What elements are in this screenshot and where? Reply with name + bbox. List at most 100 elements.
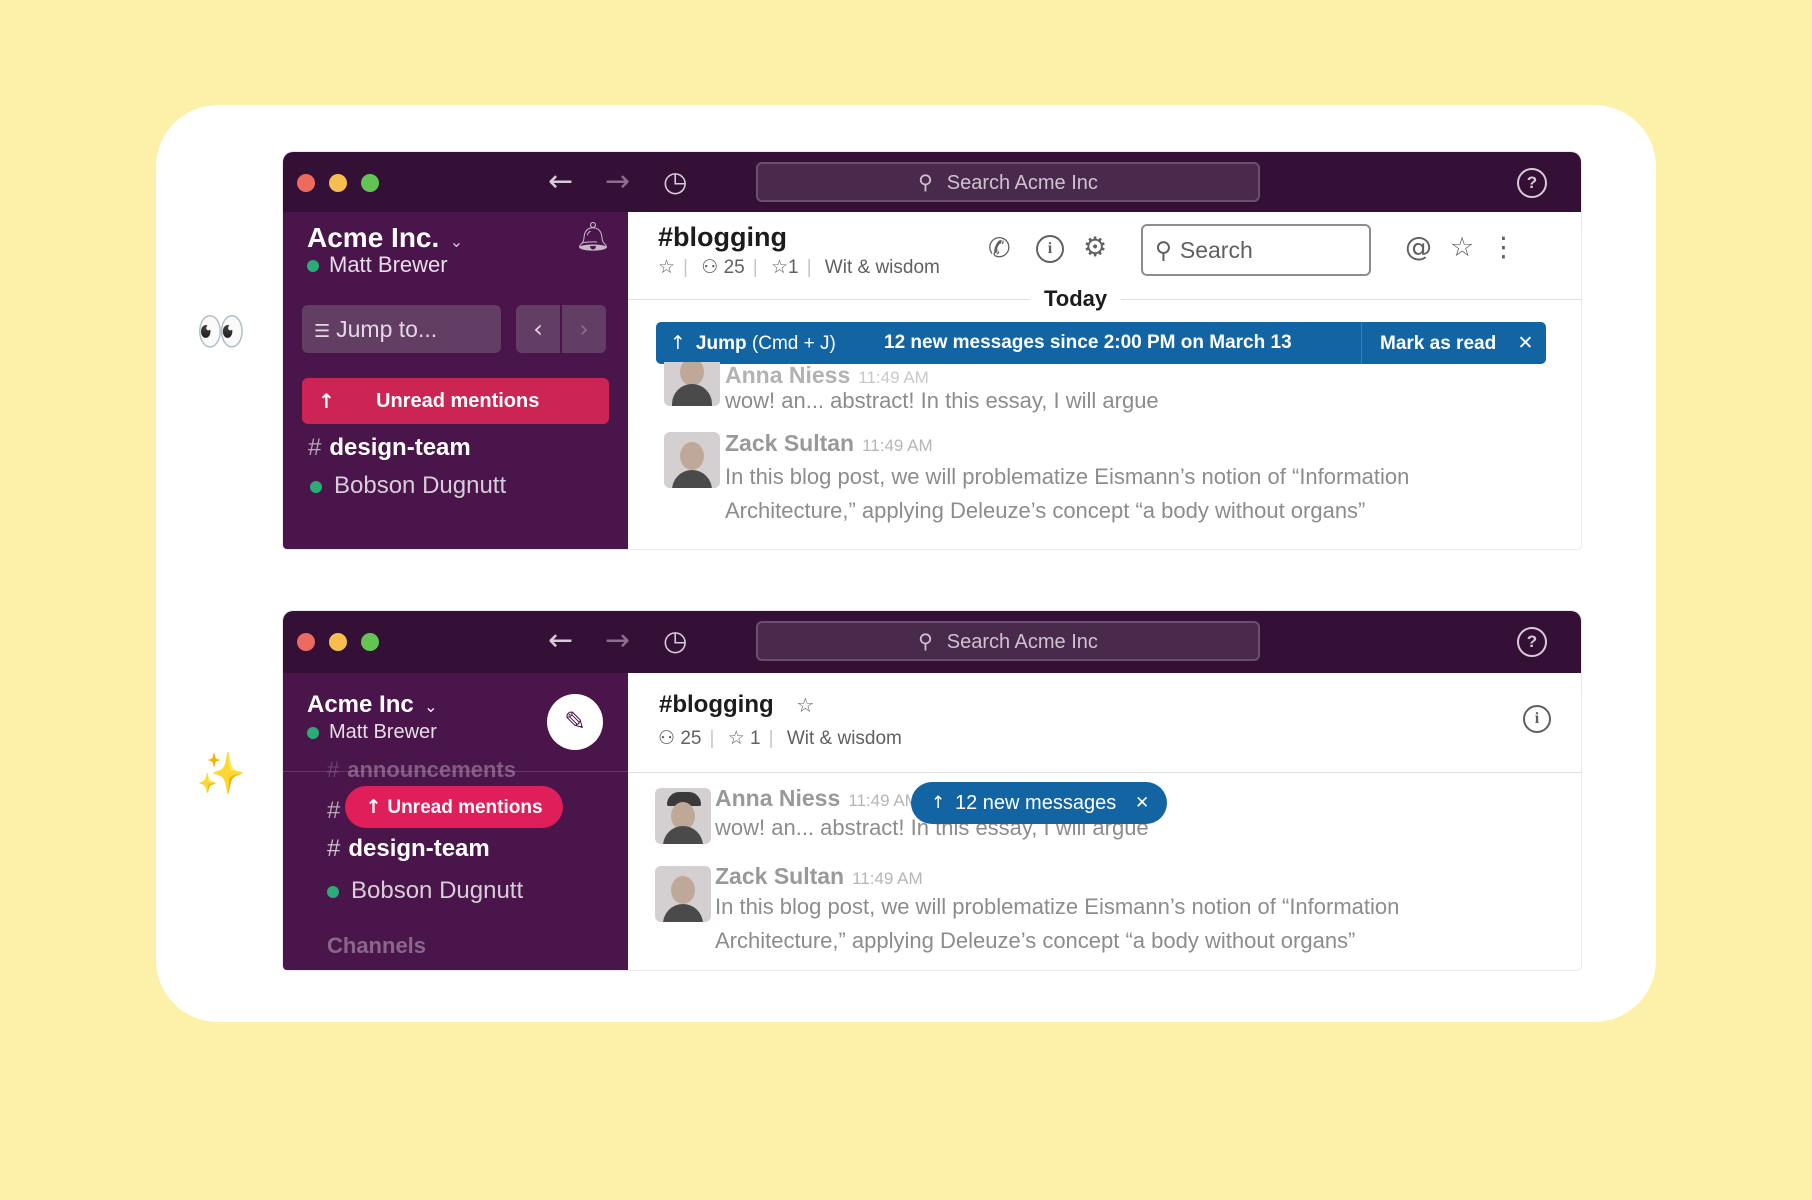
close-window-button[interactable] [297,633,315,651]
more-vertical-icon[interactable]: ⋮ [1490,233,1517,263]
presence-dot [310,480,322,493]
sparkles-emoji: ✨ [196,751,246,797]
maximize-window-button[interactable] [361,174,379,192]
avatar[interactable] [655,788,711,844]
compose-icon[interactable]: ✎ [547,694,603,750]
minimize-window-button[interactable] [329,174,347,192]
presence-dot [327,885,339,898]
close-icon[interactable]: ✕ [1517,332,1533,354]
message-text: In this blog post, we will problematize … [715,894,1400,953]
jump-button[interactable]: ↑ Jump (Cmd + J) [670,322,836,365]
sidebar-item-announcements[interactable]: # announcements [327,757,516,783]
workspace-search-bar[interactable]: ⚲ Search Acme Inc [756,162,1260,202]
sidebar-item-design-team[interactable]: # design-team [327,835,490,863]
maximize-window-button[interactable] [361,633,379,651]
search-icon: ⚲ [918,170,933,194]
user-name: Matt Brewer [329,252,448,277]
search-icon: ⚲ [918,629,933,653]
workspace-name[interactable]: Acme Inc [307,691,414,718]
sidebar: Acme Inc ⌄ Matt Brewer ✎ # announcements … [283,673,628,970]
sidebar-section-channels[interactable]: Channels [327,933,426,959]
presence-dot [307,726,319,739]
arrow-up-icon: ↑ [318,389,335,413]
gear-icon[interactable]: ⚙ [1083,233,1107,263]
avatar[interactable] [664,362,720,406]
mentions-at-icon[interactable]: @ [1405,233,1432,263]
mark-as-read-button[interactable]: Mark as read ✕ [1380,322,1533,365]
unread-mentions-bar[interactable]: ↑ Unread mentions [302,378,609,424]
channel-pane: #blogging ☆ ⚇ 25 | ☆ 1 | Wit & wisdom i An… [628,673,1581,970]
slack-window-after: ← → ◷ ⚲ Search Acme Inc ? Acme Inc ⌄ Matt… [283,611,1581,970]
channel-topic[interactable]: Wit & wisdom [825,257,940,278]
help-icon[interactable]: ? [1517,168,1547,198]
new-messages-banner[interactable]: ↑ Jump (Cmd + J) 12 new messages since 2:… [656,322,1546,364]
history-back-button[interactable]: ‹ [516,305,560,353]
history-clock-icon[interactable]: ◷ [663,623,687,659]
members-icon: ⚇ [701,256,719,278]
members-icon: ⚇ [658,727,676,749]
channel-search-input[interactable]: ⚲ Search [1141,224,1371,276]
star-icon[interactable]: ☆ [796,693,814,717]
unread-mentions-pill[interactable]: ↑ Unread mentions [345,786,563,828]
member-count[interactable]: 25 [724,257,745,278]
forward-arrow-icon[interactable]: → [605,623,630,659]
title-bar: ← → ◷ ⚲ Search Acme Inc ? [283,152,1581,212]
pinned-count[interactable]: 1 [750,728,761,749]
back-arrow-icon[interactable]: ← [548,164,573,200]
avatar[interactable] [655,866,711,922]
sidebar-item-design-team[interactable]: # design-team [308,434,471,462]
message-time[interactable]: 11:49 AM [848,791,919,810]
sidebar: Acme Inc. ⌄ Matt Brewer 🔔︎ ☰ Jump to... ‹… [283,212,628,549]
author-name[interactable]: Zack Sultan [715,863,844,889]
member-count[interactable]: 25 [680,728,701,749]
arrow-up-icon: ↑ [365,796,382,818]
chevron-down-icon[interactable]: ⌄ [450,232,463,251]
channel-topic[interactable]: Wit & wisdom [787,728,902,749]
star-icon[interactable]: ☆ [658,256,675,278]
bell-icon[interactable]: 🔔︎ [575,220,611,253]
phone-icon[interactable]: ✆ [988,234,1011,264]
presence-dot [307,260,319,273]
eyes-emoji: 👀 [196,309,246,355]
workspace-search-bar[interactable]: ⚲ Search Acme Inc [756,621,1260,661]
info-icon[interactable]: i [1036,235,1064,263]
hash-icon: # [327,835,341,862]
minimize-window-button[interactable] [329,633,347,651]
forward-arrow-icon[interactable]: → [605,164,630,200]
banner-separator [1361,322,1362,364]
help-icon[interactable]: ? [1517,627,1547,657]
author-name[interactable]: Zack Sultan [725,430,854,456]
user-name: Matt Brewer [329,721,437,743]
new-messages-pill[interactable]: ↑ 12 new messages ✕ [911,782,1167,824]
close-icon[interactable]: ✕ [1135,782,1149,824]
arrow-up-icon: ↑ [670,332,686,354]
pin-icon: ☆ [770,256,788,278]
banner-message: 12 new messages since 2:00 PM on March 1… [884,332,1292,353]
jump-list-icon: ☰ [314,321,331,342]
sidebar-item-bobson-dugnutt[interactable]: Bobson Dugnutt [327,877,523,905]
title-bar: ← → ◷ ⚲ Search Acme Inc ? [283,611,1581,673]
info-icon[interactable]: i [1523,705,1551,733]
close-window-button[interactable] [297,174,315,192]
chevron-down-icon[interactable]: ⌄ [424,697,437,716]
star-outline-icon[interactable]: ☆ [1450,233,1474,263]
jump-to-input[interactable]: ☰ Jump to... [302,305,501,353]
message-time[interactable]: 11:49 AM [862,436,933,455]
channel-title[interactable]: #blogging [659,691,774,718]
search-icon: ⚲ [1155,238,1172,264]
message-time[interactable]: 11:49 AM [852,869,923,888]
pin-icon: ☆ [727,727,745,749]
message-text: In this blog post, we will problematize … [725,464,1410,523]
sidebar-item-bobson-dugnutt[interactable]: Bobson Dugnutt [310,472,506,500]
author-name[interactable]: Anna Niess [715,785,840,811]
slack-window-before: ← → ◷ ⚲ Search Acme Inc ? Acme Inc. ⌄ Mat… [283,152,1581,549]
message-text: wow! an... abstract! In this essay, I wi… [725,388,1159,413]
avatar[interactable] [664,432,720,488]
pinned-count[interactable]: 1 [788,257,799,278]
history-clock-icon[interactable]: ◷ [663,164,687,200]
workspace-name[interactable]: Acme Inc. [307,222,439,253]
channel-title[interactable]: #blogging [658,222,787,253]
history-forward-button[interactable]: › [562,305,606,353]
arrow-up-icon: ↑ [931,793,946,813]
back-arrow-icon[interactable]: ← [548,623,573,659]
